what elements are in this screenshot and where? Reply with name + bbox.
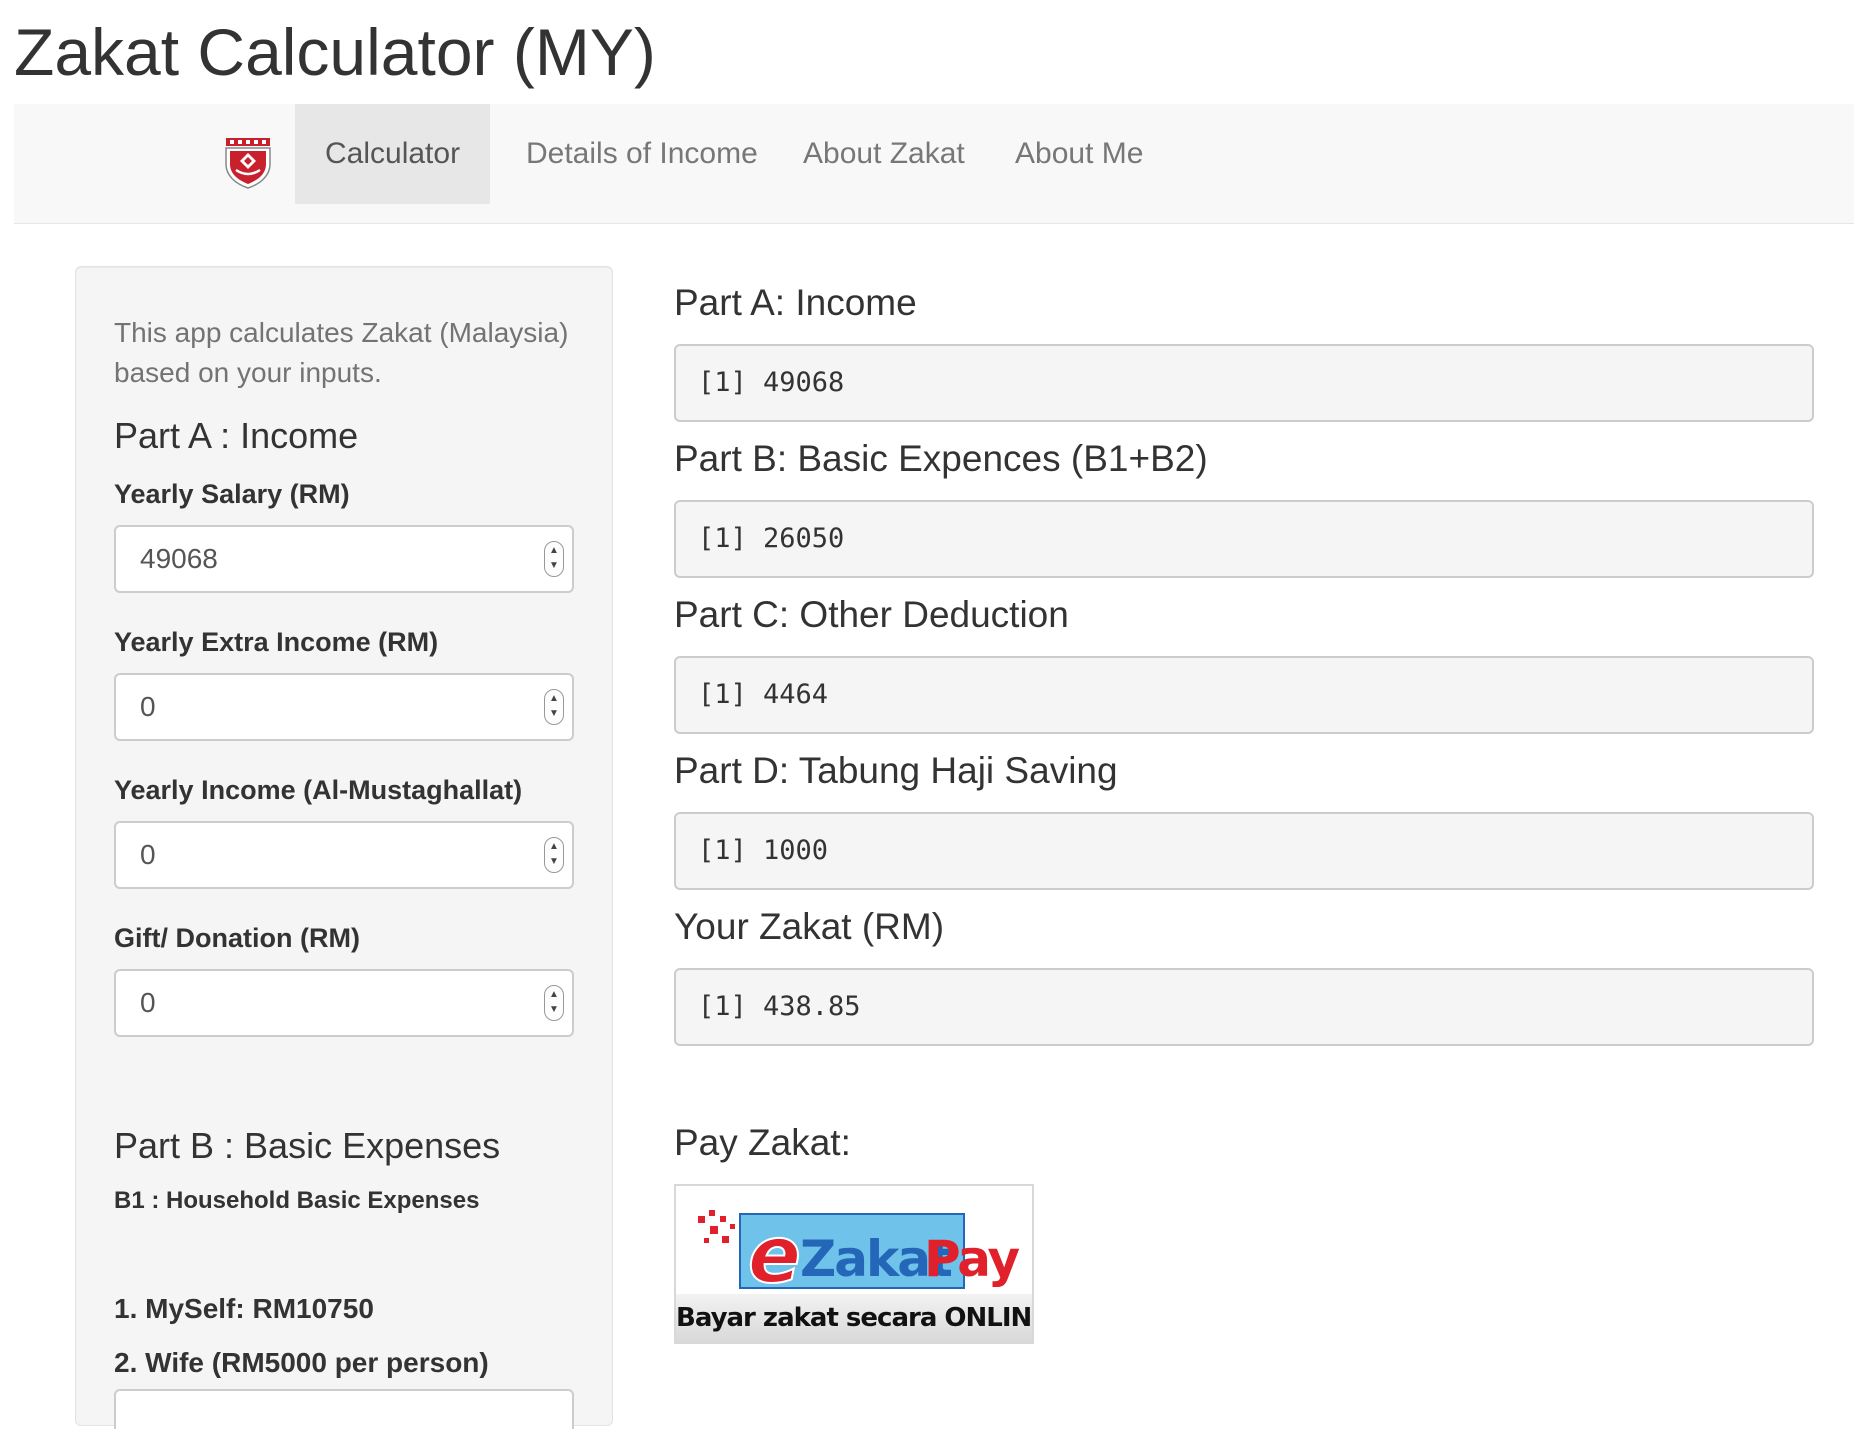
input-sidebar: This app calculates Zakat (Malaysia) bas…	[75, 266, 613, 1429]
result-part-b-output: [1] 26050	[674, 500, 1814, 578]
result-part-c-output: [1] 4464	[674, 656, 1814, 734]
part-a-heading: Part A : Income	[114, 415, 359, 456]
yearly-salary-label: Yearly Salary (RM)	[114, 479, 350, 509]
increment-icon[interactable]: ▲	[549, 841, 559, 853]
gift-donation-label: Gift/ Donation (RM)	[114, 923, 360, 953]
result-part-c-heading: Part C: Other Deduction	[674, 594, 1069, 635]
navbar: Calculator Details of Income About Zakat…	[14, 104, 1854, 224]
decrement-icon[interactable]: ▼	[549, 856, 559, 868]
tab-calculator[interactable]: Calculator	[295, 104, 491, 204]
pay-zakat-heading: Pay Zakat:	[674, 1122, 851, 1163]
decrement-icon[interactable]: ▼	[549, 560, 559, 572]
wife-expense-label: 2. Wife (RM5000 per person)	[114, 1347, 489, 1378]
increment-icon[interactable]: ▲	[549, 545, 559, 557]
tab-details-of-income[interactable]: Details of Income	[496, 104, 788, 204]
tab-about-me[interactable]: About Me	[985, 104, 1173, 204]
gift-donation-spinner[interactable]: ▲ ▼	[544, 985, 564, 1021]
yearly-income-mustaghallat-label: Yearly Income (Al-Mustaghallat)	[114, 775, 523, 805]
result-part-d-heading: Part D: Tabung Haji Saving	[674, 750, 1118, 791]
yearly-salary-spinner[interactable]: ▲ ▼	[544, 541, 564, 577]
yearly-extra-income-input[interactable]	[114, 673, 574, 741]
increment-icon[interactable]: ▲	[549, 989, 559, 1001]
yearly-extra-income-label: Yearly Extra Income (RM)	[114, 627, 439, 657]
yearly-income-mustaghallat-spinner[interactable]: ▲ ▼	[544, 837, 564, 873]
ezakat-pay-logo: e Zakat Pay	[698, 1210, 1022, 1298]
myself-expense-item: 1. MySelf: RM10750	[114, 1293, 374, 1324]
yearly-income-mustaghallat-input[interactable]	[114, 821, 574, 889]
result-part-b-heading: Part B: Basic Expences (B1+B2)	[674, 438, 1208, 479]
decrement-icon[interactable]: ▼	[549, 708, 559, 720]
yearly-extra-income-spinner[interactable]: ▲ ▼	[544, 689, 564, 725]
increment-icon[interactable]: ▲	[549, 693, 559, 705]
wife-count-input[interactable]	[114, 1389, 574, 1429]
result-part-d-output: [1] 1000	[674, 812, 1814, 890]
result-part-a-heading: Part A: Income	[674, 282, 917, 323]
ezakat-e-letter: e	[748, 1211, 801, 1298]
ezakat-pay-word: Pay	[924, 1230, 1020, 1288]
your-zakat-output: [1] 438.85	[674, 968, 1814, 1046]
gift-donation-input[interactable]	[114, 969, 574, 1037]
ezakat-tagline: Bayar zakat secara ONLINE	[676, 1294, 1032, 1342]
page-title: Zakat Calculator (MY)	[14, 15, 656, 89]
university-crest-logo[interactable]	[220, 134, 276, 190]
result-part-a-output: [1] 49068	[674, 344, 1814, 422]
decrement-icon[interactable]: ▼	[549, 1004, 559, 1016]
yearly-salary-input[interactable]	[114, 525, 574, 593]
part-b-heading: Part B : Basic Expenses	[114, 1125, 501, 1166]
your-zakat-heading: Your Zakat (RM)	[674, 906, 945, 947]
ezakat-pay-banner[interactable]: e Zakat Pay Bayar zakat secara ONLINE	[674, 1184, 1034, 1344]
sidebar-intro-text: This app calculates Zakat (Malaysia) bas…	[114, 317, 569, 388]
tab-about-zakat[interactable]: About Zakat	[773, 104, 995, 204]
b1-household-subheading: B1 : Household Basic Expenses	[114, 1187, 480, 1214]
